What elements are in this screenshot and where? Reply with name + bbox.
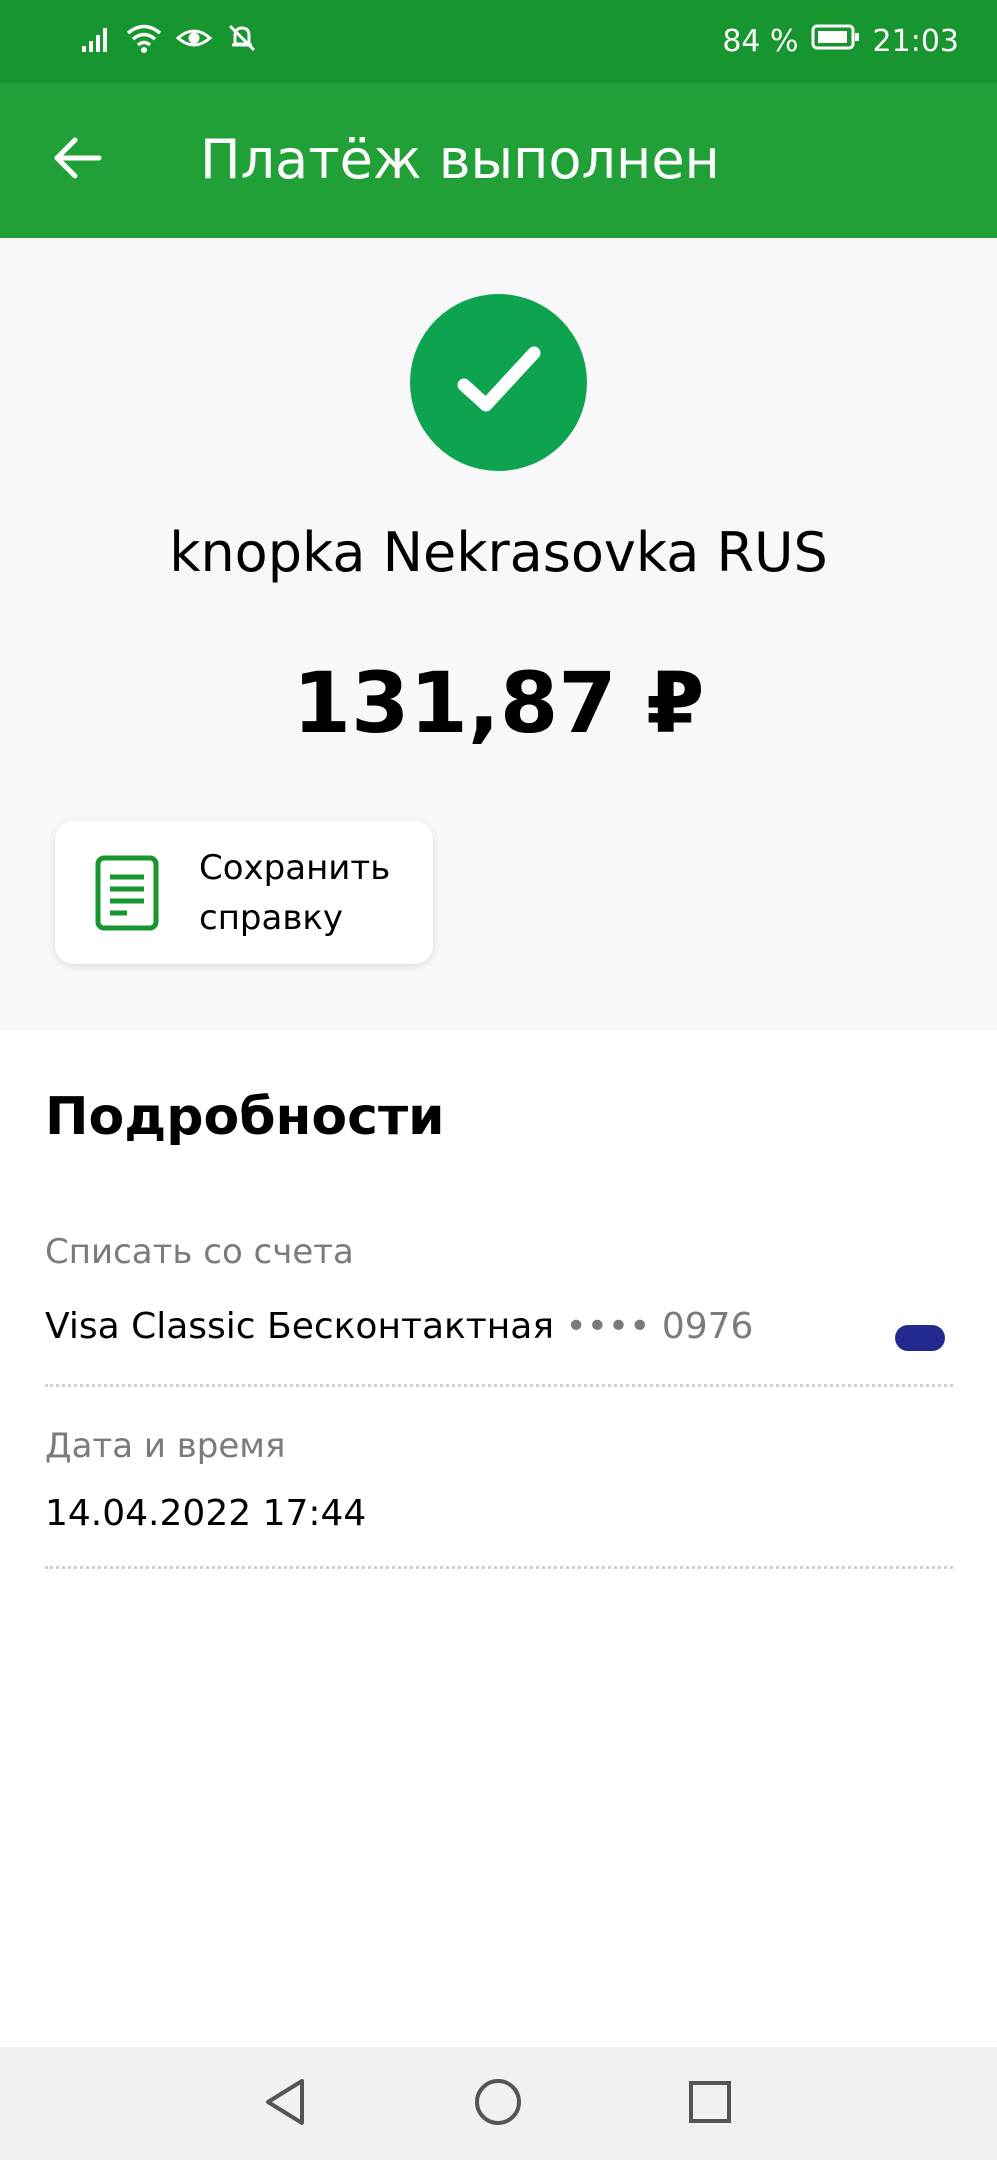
signal-icon: [80, 22, 112, 58]
nav-back-button[interactable]: [250, 2069, 320, 2139]
card-icon: [895, 1325, 945, 1351]
clock: 21:03: [872, 24, 959, 59]
battery-percent: 84 %: [722, 24, 799, 59]
payment-summary: knopka Nekrasovka RUS 131,87 ₽ Сохранить…: [0, 238, 997, 1030]
back-button[interactable]: [44, 127, 110, 193]
account-masked-number: •••• 0976: [565, 1306, 754, 1347]
arrow-left-icon: [51, 136, 103, 184]
back-triangle-icon: [262, 2077, 308, 2131]
datetime-value: 14.04.2022 17:44: [45, 1493, 367, 1534]
page-title: Платёж выполнен: [200, 128, 720, 191]
save-receipt-button[interactable]: Сохранить справку: [55, 821, 433, 964]
datetime-label: Дата и время: [45, 1426, 286, 1466]
success-badge: [410, 294, 587, 471]
save-receipt-label: Сохранить справку: [199, 843, 399, 943]
recipient-name: knopka Nekrasovka RUS: [169, 521, 828, 584]
checkmark-icon: [454, 341, 544, 425]
bell-off-icon: [226, 22, 258, 58]
account-name: Visa Classic Бесконтактная: [45, 1306, 554, 1347]
divider: [45, 1566, 953, 1569]
status-bar: 84 % 21:03: [0, 0, 997, 83]
recents-square-icon: [687, 2079, 733, 2129]
account-value[interactable]: Visa Classic Бесконтактная •••• 0976: [45, 1302, 753, 1352]
details-title: Подробности: [45, 1087, 445, 1147]
system-nav-bar: [0, 2047, 997, 2160]
battery-icon: [811, 22, 861, 62]
status-right: 84 % 21:03: [722, 22, 959, 62]
payment-amount: 131,87 ₽: [292, 654, 705, 752]
screen: 84 % 21:03 Платёж выполнен knopka Nekras…: [0, 0, 997, 2160]
save-receipt-line2: справку: [199, 897, 344, 938]
save-receipt-line1: Сохранить: [199, 847, 391, 888]
home-circle-icon: [473, 2077, 523, 2131]
account-label: Списать со счета: [45, 1232, 354, 1272]
nav-recents-button[interactable]: [675, 2069, 745, 2139]
status-icons: [80, 22, 258, 58]
divider: [45, 1384, 953, 1387]
document-icon: [95, 855, 159, 931]
app-bar: Платёж выполнен: [0, 83, 997, 238]
eye-icon: [175, 22, 213, 58]
nav-home-button[interactable]: [463, 2069, 533, 2139]
wifi-icon: [126, 22, 162, 58]
